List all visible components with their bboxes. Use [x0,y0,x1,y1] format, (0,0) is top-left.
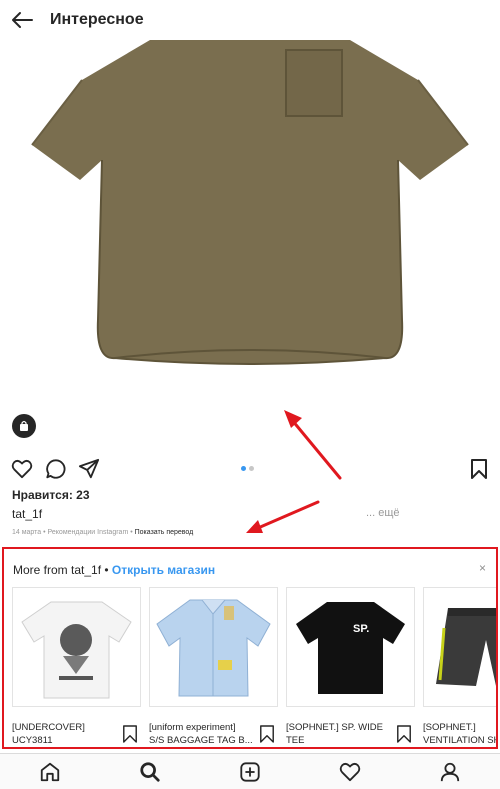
product-card[interactable]: [UNDERCOVER] UCY3811 [12,587,141,747]
shorts-graphic [436,608,496,686]
bottom-navigation [0,753,500,789]
post-actions [0,454,500,484]
comment-button[interactable] [43,456,69,482]
post-image[interactable] [0,40,500,403]
carousel-dot [241,466,246,471]
back-button[interactable] [2,0,42,40]
home-icon [40,762,60,782]
shop-section-title: More from tat_1f [13,563,102,577]
show-translation-link[interactable]: Показать перевод [135,529,194,536]
shopping-tag-button[interactable] [12,414,36,438]
product-save-button[interactable] [396,724,412,747]
product-title[interactable]: [UNDERCOVER] UCY3811 [12,721,120,747]
heart-icon [339,762,361,782]
comment-icon [46,459,66,479]
product-card[interactable]: [uniform experiment] S/S BAGGAGE TAG B..… [149,587,278,747]
carousel-dot [249,466,254,471]
red-arrow-annotation [246,500,320,533]
product-title[interactable]: [SOPHNET.] VENTILATION SH [423,721,496,747]
nav-activity[interactable] [337,759,363,785]
post-username[interactable]: tat_1f [12,507,42,521]
close-icon[interactable]: × [479,561,486,575]
product-card[interactable]: SP. [SOPHNET.] SP. WIDE TEE [286,587,415,747]
product-save-button[interactable] [259,724,275,747]
product-image[interactable] [12,587,141,707]
add-post-icon [240,762,260,782]
share-button[interactable] [76,456,102,482]
blue-shirt-graphic [156,599,271,697]
likes-count[interactable]: Нравится: 23 [12,488,90,502]
bookmark-icon [260,725,274,743]
open-shop-link[interactable]: Открыть магазин [112,563,215,577]
save-button[interactable] [466,456,492,482]
profile-icon [440,762,460,782]
separator: • [101,563,112,577]
more-from-shop-section: More from tat_1f • Открыть магазин × [UN… [2,547,498,749]
product-card[interactable]: [SOPHNET.] VENTILATION SH [423,587,496,747]
bookmark-icon [471,459,487,479]
product-image[interactable] [149,587,278,707]
black-tee-graphic: SP. [296,602,405,694]
product-save-button[interactable] [122,724,138,747]
more-caption-link[interactable]: ... ещё [366,507,400,519]
page-title: Интересное [50,11,144,28]
shopping-bag-icon [20,420,28,431]
nav-home[interactable] [37,759,63,785]
nav-new-post[interactable] [237,759,263,785]
carousel-indicator [241,466,254,471]
top-bar: Интересное [0,0,500,40]
nav-search[interactable] [137,759,163,785]
post-date-source: 14 марта • Рекомендации Instagram • [12,529,135,536]
send-icon [78,458,100,479]
back-arrow-icon [12,12,33,28]
bookmark-icon [397,725,411,743]
product-image[interactable] [423,587,496,707]
like-button[interactable] [9,456,35,482]
product-image[interactable]: SP. [286,587,415,707]
post-meta: 14 марта • Рекомендации Instagram • Пока… [12,529,193,536]
tshirt-image [31,40,469,365]
product-carousel[interactable]: [UNDERCOVER] UCY3811 [uniform experiment… [12,587,496,747]
product-title[interactable]: [SOPHNET.] SP. WIDE TEE [286,721,394,747]
svg-text:SP.: SP. [353,623,369,635]
bookmark-icon [123,725,137,743]
shop-section-header: More from tat_1f • Открыть магазин [13,563,215,577]
search-icon [140,762,160,782]
product-title[interactable]: [uniform experiment] S/S BAGGAGE TAG B..… [149,721,257,747]
heart-icon [11,459,33,479]
white-tee-graphic [21,601,132,699]
nav-profile[interactable] [437,759,463,785]
